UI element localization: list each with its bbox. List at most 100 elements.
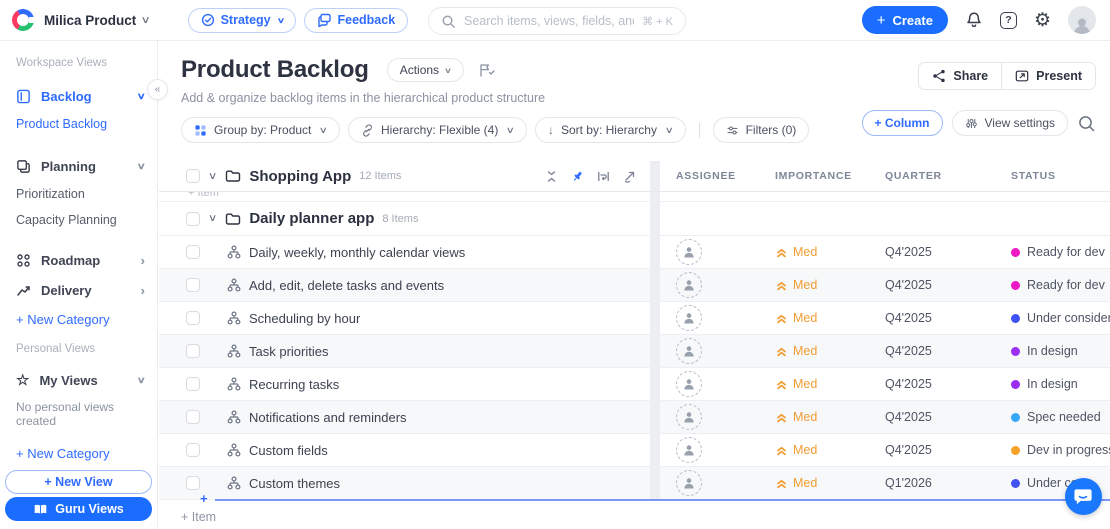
workspace-name[interactable]: Milica Product — [44, 13, 136, 28]
actions-button[interactable]: Actions ∨ — [387, 58, 464, 82]
new-category-link-2[interactable]: + New Category — [0, 439, 157, 467]
sidebar-item-my-views[interactable]: ☆ My Views ∨ — [0, 365, 157, 395]
sidebar-item-product-backlog[interactable]: Product Backlog — [0, 111, 157, 137]
table-row[interactable]: Custom fields Med Q4'2025 Dev in progres… — [159, 434, 1110, 467]
unassigned-avatar[interactable] — [676, 305, 702, 331]
settings-button[interactable]: ⚙ — [1034, 11, 1051, 30]
column-header-importance[interactable]: IMPORTANCE — [775, 170, 885, 182]
feedback-button[interactable]: Feedback — [304, 8, 408, 33]
row-checkbox[interactable] — [186, 410, 200, 424]
chevron-down-icon[interactable]: ∨ — [141, 15, 151, 26]
table-row[interactable]: Notifications and reminders Med Q4'2025 … — [159, 401, 1110, 434]
unassigned-avatar[interactable] — [676, 437, 702, 463]
item-title[interactable]: Daily, weekly, monthly calendar views — [249, 245, 465, 260]
row-checkbox[interactable] — [186, 245, 200, 259]
column-header-quarter[interactable]: QUARTER — [885, 170, 1011, 182]
row-checkbox[interactable] — [186, 278, 200, 292]
status-cell[interactable]: Dev in progress — [1011, 443, 1110, 457]
status-cell[interactable]: In design — [1011, 344, 1110, 358]
item-title[interactable]: Notifications and reminders — [249, 410, 407, 425]
importance-cell[interactable]: Med — [775, 443, 885, 457]
flag-check-button[interactable] — [478, 63, 495, 78]
new-view-button[interactable]: + New View — [5, 470, 152, 494]
status-cell[interactable]: Ready for dev — [1011, 245, 1110, 259]
quarter-cell[interactable]: Q4'2025 — [885, 443, 1011, 457]
quarter-cell[interactable]: Q4'2025 — [885, 410, 1011, 424]
add-item-button[interactable]: + Item — [159, 500, 1110, 524]
item-title[interactable]: Recurring tasks — [249, 377, 339, 392]
sidebar-item-capacity-planning[interactable]: Capacity Planning — [0, 207, 157, 233]
status-cell[interactable]: Under consider... — [1011, 311, 1110, 325]
row-checkbox[interactable] — [186, 443, 200, 457]
unassigned-avatar[interactable] — [676, 404, 702, 430]
quarter-cell[interactable]: Q4'2025 — [885, 377, 1011, 391]
table-row[interactable]: Task priorities Med Q4'2025 In design — [159, 335, 1110, 368]
create-button[interactable]: + Create — [862, 6, 948, 34]
status-cell[interactable]: Spec needed — [1011, 410, 1110, 424]
table-row[interactable]: Custom themes Med Q1'2026 Under con... — [159, 467, 1110, 500]
table-row[interactable]: Recurring tasks Med Q4'2025 In design — [159, 368, 1110, 401]
group-by-button[interactable]: Group by: Product ∨ — [181, 117, 340, 143]
table-row[interactable]: Scheduling by hour Med Q4'2025 Under con… — [159, 302, 1110, 335]
sort-by-button[interactable]: ↓ Sort by: Hierarchy ∨ — [535, 117, 686, 143]
chevron-down-icon[interactable]: ∨ — [208, 213, 218, 224]
global-search[interactable]: ⌘ + K — [428, 7, 686, 35]
filters-button[interactable]: Filters (0) — [713, 117, 810, 143]
unassigned-avatar[interactable] — [676, 371, 702, 397]
unassigned-avatar[interactable] — [676, 338, 702, 364]
sidebar-item-delivery[interactable]: Delivery › — [0, 275, 157, 305]
unassigned-avatar[interactable] — [676, 239, 702, 265]
quarter-cell[interactable]: Q4'2025 — [885, 344, 1011, 358]
new-category-link[interactable]: + New Category — [0, 305, 157, 333]
chevron-down-icon[interactable]: ∨ — [208, 171, 218, 182]
row-checkbox[interactable] — [186, 169, 200, 183]
row-checkbox[interactable] — [186, 212, 200, 226]
importance-cell[interactable]: Med — [775, 278, 885, 292]
item-title[interactable]: Custom themes — [249, 476, 340, 491]
quarter-cell[interactable]: Q4'2025 — [885, 311, 1011, 325]
quarter-cell[interactable]: Q4'2025 — [885, 245, 1011, 259]
sidebar-item-prioritization[interactable]: Prioritization — [0, 181, 157, 207]
notifications-button[interactable] — [965, 11, 983, 29]
item-title[interactable]: Custom fields — [249, 443, 328, 458]
collapse-rows-icon[interactable] — [545, 170, 558, 183]
group-name[interactable]: Shopping App — [249, 168, 351, 185]
importance-cell[interactable]: Med — [775, 377, 885, 391]
unassigned-avatar[interactable] — [676, 470, 702, 496]
row-checkbox[interactable] — [186, 344, 200, 358]
pin-icon[interactable] — [571, 170, 584, 183]
importance-cell[interactable]: Med — [775, 410, 885, 424]
group-name[interactable]: Daily planner app — [249, 210, 374, 227]
item-title[interactable]: Task priorities — [249, 344, 328, 359]
table-row[interactable]: Daily, weekly, monthly calendar views Me… — [159, 236, 1110, 269]
sidebar-collapse-button[interactable]: « — [147, 79, 168, 100]
importance-cell[interactable]: Med — [775, 245, 885, 259]
wrap-text-icon[interactable] — [597, 170, 610, 183]
status-cell[interactable]: Ready for dev — [1011, 278, 1110, 292]
row-checkbox[interactable] — [186, 377, 200, 391]
add-column-button[interactable]: + Column — [862, 110, 943, 136]
hierarchy-button[interactable]: Hierarchy: Flexible (4) ∨ — [348, 117, 527, 143]
row-checkbox[interactable] — [186, 476, 200, 490]
strategy-button[interactable]: Strategy ∨ — [188, 8, 297, 33]
importance-cell[interactable]: Med — [775, 344, 885, 358]
item-title[interactable]: Add, edit, delete tasks and events — [249, 278, 444, 293]
present-button[interactable]: Present — [1001, 63, 1095, 89]
share-button[interactable]: Share — [919, 63, 1001, 89]
chat-launcher-button[interactable] — [1065, 478, 1102, 515]
table-row[interactable]: Add, edit, delete tasks and events Med Q… — [159, 269, 1110, 302]
table-search-button[interactable] — [1077, 114, 1096, 133]
importance-cell[interactable]: Med — [775, 311, 885, 325]
sidebar-item-roadmap[interactable]: Roadmap › — [0, 245, 157, 275]
guru-views-button[interactable]: Guru Views — [5, 497, 152, 521]
send-arrow-icon[interactable] — [623, 170, 636, 183]
row-checkbox[interactable] — [186, 311, 200, 325]
sidebar-item-backlog[interactable]: Backlog ∨ — [0, 81, 157, 111]
search-input[interactable] — [464, 14, 634, 28]
view-settings-button[interactable]: View settings — [952, 110, 1068, 136]
quarter-cell[interactable]: Q1'2026 — [885, 476, 1011, 490]
column-header-status[interactable]: STATUS — [1011, 170, 1110, 182]
unassigned-avatar[interactable] — [676, 272, 702, 298]
quarter-cell[interactable]: Q4'2025 — [885, 278, 1011, 292]
sidebar-item-planning[interactable]: Planning ∨ — [0, 151, 157, 181]
